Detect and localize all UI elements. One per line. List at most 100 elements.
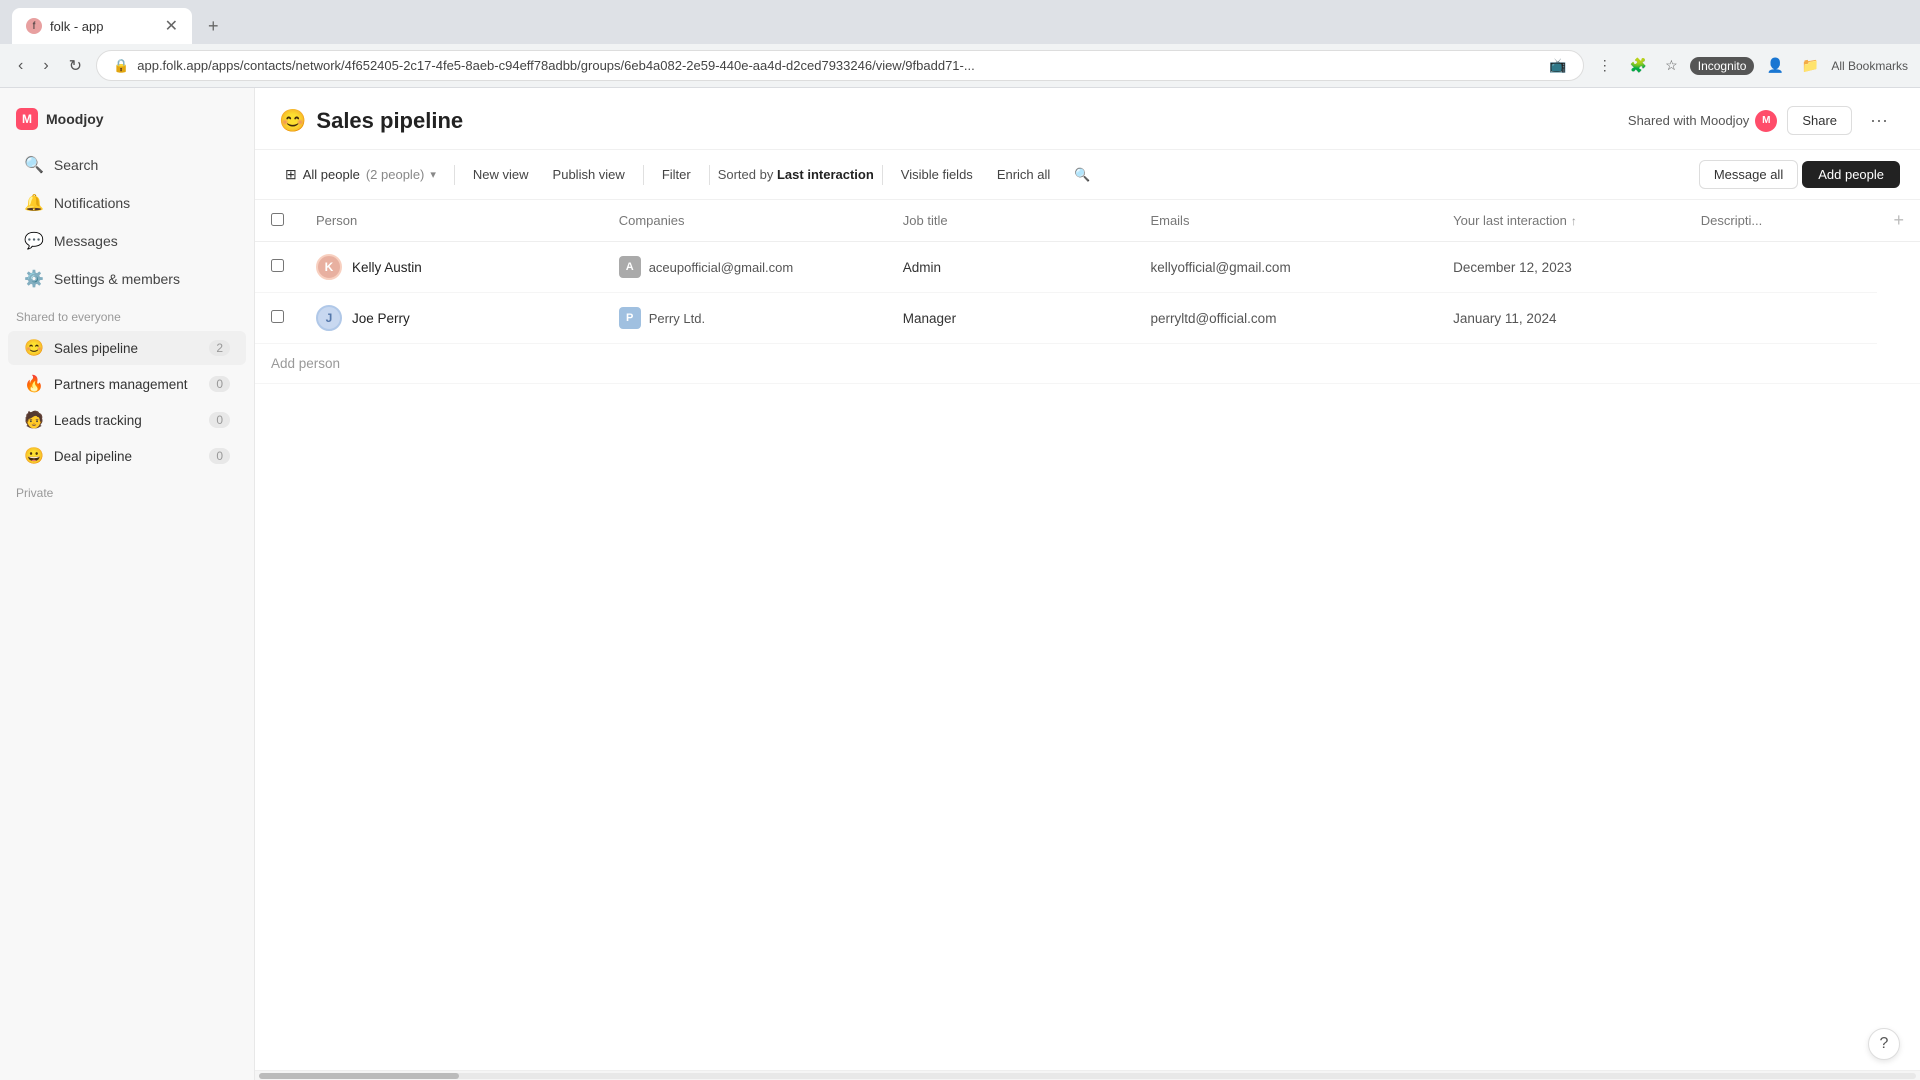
new-tab-button[interactable]: + <box>200 12 227 41</box>
all-bookmarks-button[interactable]: 📁 <box>1796 53 1825 78</box>
scroll-thumb[interactable] <box>259 1073 459 1079</box>
last-interaction-cell-2: January 11, 2024 <box>1437 293 1685 344</box>
sort-arrow-icon: ↑ <box>1571 214 1577 228</box>
companies-column-header[interactable]: Companies <box>603 200 887 242</box>
sidebar-nav-notifications-label: Notifications <box>54 195 130 211</box>
sidebar-item-notifications[interactable]: 🔔 Notifications <box>8 185 246 221</box>
new-view-button[interactable]: New view <box>463 162 539 187</box>
grid-icon: ⊞ <box>285 166 297 183</box>
app-layout: M Moodjoy 🔍 Search 🔔 Notifications 💬 Mes… <box>0 88 1920 1080</box>
browser-tab[interactable]: f folk - app ✕ <box>12 8 192 44</box>
shared-avatar: M <box>1755 110 1777 132</box>
all-people-chevron-icon: ▾ <box>430 168 436 181</box>
company-cell-2: P Perry Ltd. <box>603 293 887 344</box>
table-row: J Joe Perry P Perry Ltd. Manager <box>255 293 1920 344</box>
tab-close-button[interactable]: ✕ <box>165 16 178 36</box>
select-all-checkbox[interactable] <box>271 213 284 226</box>
visible-fields-button[interactable]: Visible fields <box>891 162 983 187</box>
all-bookmarks-label: All Bookmarks <box>1831 59 1908 73</box>
scroll-track <box>259 1073 1916 1079</box>
sidebar-item-deal-pipeline[interactable]: 😀 Deal pipeline 0 <box>8 439 246 473</box>
sorted-by-prefix: Sorted by <box>718 167 774 182</box>
leads-label: Leads tracking <box>54 413 199 428</box>
back-button[interactable]: ‹ <box>12 53 29 79</box>
description-column-header[interactable]: Descripti... <box>1685 200 1878 242</box>
jobtitle-cell-1: Admin <box>887 242 1135 293</box>
sidebar-item-search[interactable]: 🔍 Search <box>8 147 246 183</box>
contacts-table-wrapper: Person Companies Job title <box>255 200 1920 1070</box>
messages-icon: 💬 <box>24 231 44 251</box>
sidebar-item-partners-management[interactable]: 🔥 Partners management 0 <box>8 367 246 401</box>
forward-button[interactable]: › <box>37 53 54 79</box>
all-people-button[interactable]: ⊞ All people (2 people) ▾ <box>275 161 446 188</box>
leads-count: 0 <box>209 412 230 428</box>
sidebar-item-sales-pipeline[interactable]: 😊 Sales pipeline 2 <box>8 331 246 365</box>
row-checkbox-1[interactable] <box>255 242 300 293</box>
jobtitle-column-header[interactable]: Job title <box>887 200 1135 242</box>
page-title: Sales pipeline <box>316 108 463 134</box>
person-avatar-1: K <box>316 254 342 280</box>
email-2: perryltd@official.com <box>1150 311 1276 326</box>
person-avatar-2: J <box>316 305 342 331</box>
toolbar-divider-1 <box>454 165 455 185</box>
deal-icon: 😀 <box>24 446 44 466</box>
row-checkbox-2[interactable] <box>255 293 300 344</box>
sidebar-nav-search-label: Search <box>54 157 98 173</box>
horizontal-scrollbar[interactable] <box>255 1070 1920 1080</box>
tab-favicon: f <box>26 18 42 34</box>
last-interaction-cell-1: December 12, 2023 <box>1437 242 1685 293</box>
incognito-badge: Incognito <box>1690 57 1755 75</box>
search-toolbar-button[interactable]: 🔍 <box>1064 162 1100 188</box>
add-person-cell[interactable]: Add person <box>255 344 1920 384</box>
settings-icon: ⚙️ <box>24 269 44 289</box>
shared-section-label: Shared to everyone <box>0 298 254 330</box>
person-name-1[interactable]: Kelly Austin <box>352 260 422 275</box>
sidebar-item-settings[interactable]: ⚙️ Settings & members <box>8 261 246 297</box>
company-name-1[interactable]: aceupofficial@gmail.com <box>649 260 793 275</box>
row-select-checkbox-2[interactable] <box>271 310 284 323</box>
message-all-button[interactable]: Message all <box>1699 160 1798 189</box>
extensions-button[interactable]: 🧩 <box>1624 53 1653 78</box>
table-row: K Kelly Austin A aceupofficial@gmail.com <box>255 242 1920 293</box>
share-button[interactable]: Share <box>1787 106 1852 135</box>
help-button[interactable]: ? <box>1868 1028 1900 1060</box>
deal-count: 0 <box>209 448 230 464</box>
filter-button[interactable]: Filter <box>652 162 701 187</box>
publish-view-button[interactable]: Publish view <box>543 162 635 187</box>
add-person-row[interactable]: Add person <box>255 344 1920 384</box>
sales-pipeline-icon: 😊 <box>24 338 44 358</box>
refresh-button[interactable]: ↻ <box>63 52 88 80</box>
add-column-header[interactable]: + <box>1877 200 1920 242</box>
address-bar[interactable]: 🔒 app.folk.app/apps/contacts/network/4f6… <box>96 50 1584 81</box>
add-people-button[interactable]: Add people <box>1802 161 1900 188</box>
company-name-2[interactable]: Perry Ltd. <box>649 311 705 326</box>
toolbar: ⊞ All people (2 people) ▾ New view Publi… <box>255 150 1920 200</box>
sidebar-item-messages[interactable]: 💬 Messages <box>8 223 246 259</box>
add-person-label[interactable]: Add person <box>271 356 340 371</box>
more-options-button[interactable]: ··· <box>1862 106 1896 135</box>
person-name-2[interactable]: Joe Perry <box>352 311 410 326</box>
sales-pipeline-count: 2 <box>209 340 230 356</box>
sales-pipeline-label: Sales pipeline <box>54 341 199 356</box>
person-cell-2: J Joe Perry <box>300 293 603 344</box>
jobtitle-cell-2: Manager <box>887 293 1135 344</box>
toolbar-divider-4 <box>882 165 883 185</box>
enrich-all-button[interactable]: Enrich all <box>987 162 1060 187</box>
email-1: kellyofficial@gmail.com <box>1150 260 1290 275</box>
emails-column-header[interactable]: Emails <box>1134 200 1437 242</box>
desc-cell-2 <box>1685 293 1878 344</box>
profile-button[interactable]: 👤 <box>1760 53 1789 78</box>
row-select-checkbox-1[interactable] <box>271 259 284 272</box>
brand-icon: M <box>16 108 38 130</box>
sorted-by-field: Last interaction <box>777 167 874 182</box>
deal-label: Deal pipeline <box>54 449 199 464</box>
browser-menu-button[interactable]: ⋮ <box>1592 53 1618 78</box>
person-column-header[interactable]: Person <box>300 200 603 242</box>
browser-nav-bar: ‹ › ↻ 🔒 app.folk.app/apps/contacts/netwo… <box>0 44 1920 87</box>
page-title-area: 😊 Sales pipeline <box>279 108 1628 134</box>
sidebar-brand[interactable]: M Moodjoy <box>0 100 254 146</box>
sidebar-item-leads-tracking[interactable]: 🧑 Leads tracking 0 <box>8 403 246 437</box>
bookmark-button[interactable]: ☆ <box>1659 53 1684 78</box>
sidebar: M Moodjoy 🔍 Search 🔔 Notifications 💬 Mes… <box>0 88 255 1080</box>
last-interaction-column-header[interactable]: Your last interaction ↑ <box>1437 200 1685 242</box>
